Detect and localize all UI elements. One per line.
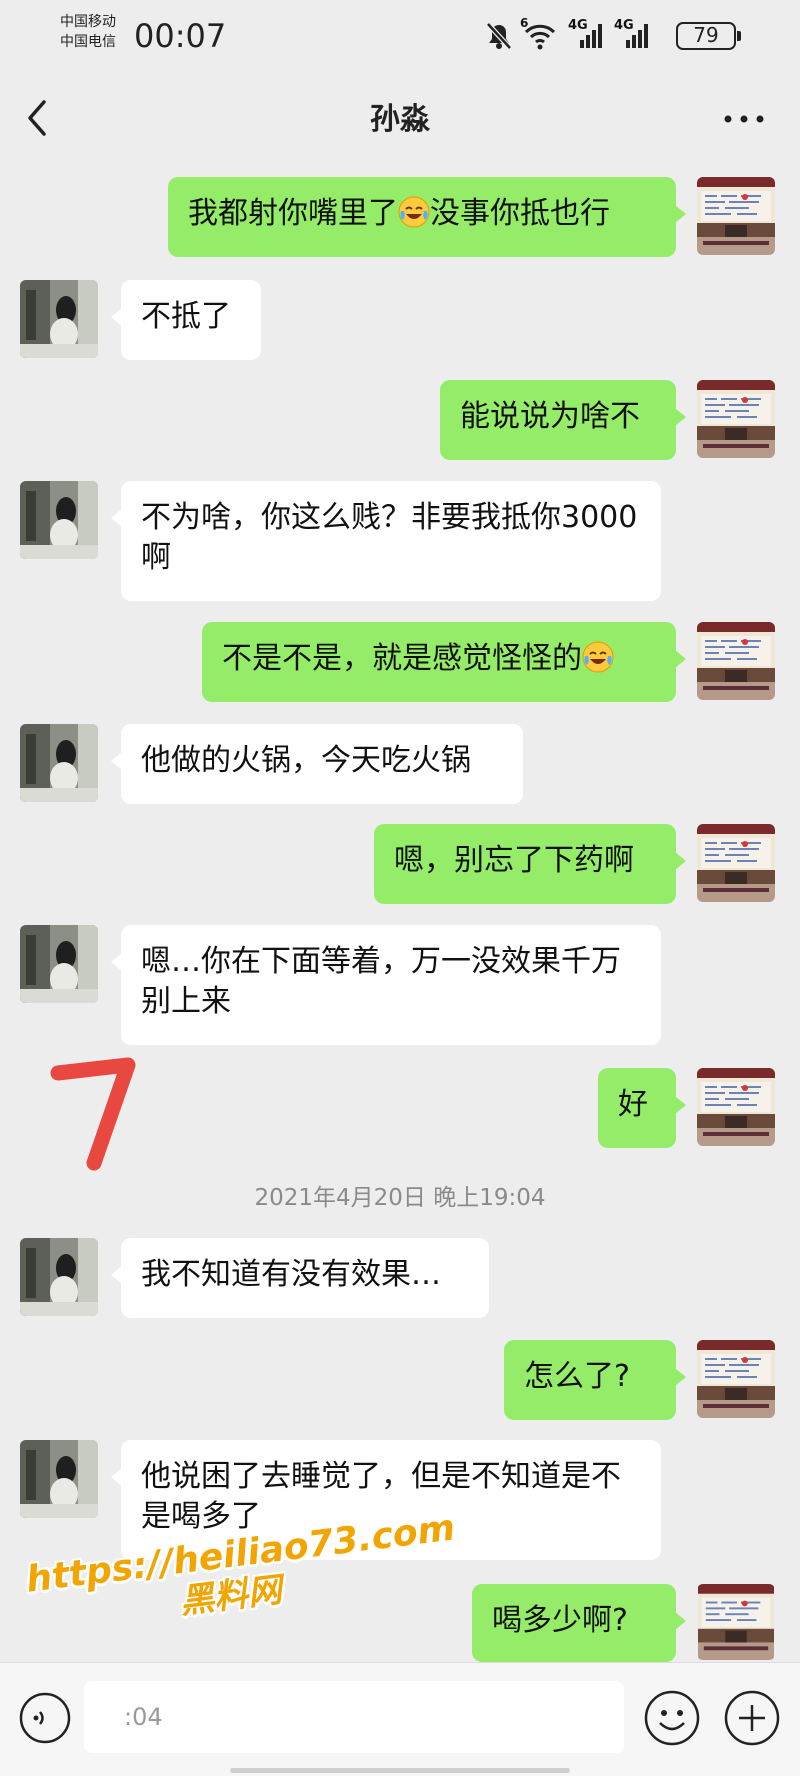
my-avatar[interactable] bbox=[697, 1340, 775, 1418]
outgoing-bubble[interactable]: 嗯，别忘了下药啊 bbox=[374, 824, 686, 904]
chat-timestamp: 2021年4月20日 晚上19:04 bbox=[254, 1185, 546, 1211]
wifi-label: 6 bbox=[520, 16, 529, 30]
message-text: 好 bbox=[618, 1087, 648, 1122]
incoming-bubble[interactable]: 我不知道有没有效果… bbox=[111, 1238, 489, 1318]
plus-button-icon[interactable] bbox=[723, 1689, 781, 1747]
incoming-bubble[interactable]: 嗯…你在下面等着，万一没效果千万别上来 bbox=[111, 925, 661, 1045]
incoming-bubble[interactable]: 不抵了 bbox=[111, 280, 261, 360]
my-avatar[interactable] bbox=[697, 622, 775, 700]
more-options-icon[interactable] bbox=[722, 104, 766, 134]
message-text: 不为啥，你这么贱？非要我抵你3000 啊 bbox=[141, 500, 638, 575]
signal-2-icon: 4G bbox=[614, 18, 650, 50]
signal-2-label: 4G bbox=[614, 18, 634, 33]
outgoing-bubble[interactable]: 喝多少啊? bbox=[472, 1584, 686, 1662]
message-text: 嗯，别忘了下药啊 bbox=[394, 843, 634, 878]
signal-1-icon: 4G bbox=[568, 18, 604, 50]
wifi-icon: 6 bbox=[520, 16, 558, 50]
message-text: 不抵了 bbox=[141, 299, 231, 334]
contact-avatar[interactable] bbox=[20, 724, 98, 802]
carrier-1: 中国移动 bbox=[60, 14, 116, 30]
my-avatar[interactable] bbox=[697, 177, 775, 255]
outgoing-bubble[interactable]: 能说说为啥不 bbox=[440, 380, 686, 460]
home-indicator bbox=[230, 1768, 570, 1773]
chat-title: 孙淼 bbox=[370, 102, 430, 137]
emoji-button-icon[interactable] bbox=[643, 1689, 701, 1747]
message-text: 我不知道有没有效果… bbox=[141, 1257, 441, 1292]
my-avatar[interactable] bbox=[697, 380, 775, 458]
message-text: 喝多少啊? bbox=[492, 1603, 628, 1638]
status-bar: 中国移动 中国电信 00:07 6 4G 4G 79 bbox=[0, 0, 800, 80]
message-text: 他做的火锅，今天吃火锅 bbox=[141, 743, 471, 778]
carrier-2: 中国电信 bbox=[60, 34, 116, 50]
message-text: 能说说为啥不 bbox=[460, 399, 640, 434]
laughing-crying-emoji-icon bbox=[582, 641, 614, 673]
message-text: 怎么了? bbox=[524, 1359, 630, 1394]
signal-1-label: 4G bbox=[568, 18, 588, 33]
incoming-bubble[interactable]: 不为啥，你这么贱？非要我抵你3000 啊 bbox=[111, 481, 661, 601]
input-text: :04 bbox=[124, 1703, 163, 1731]
contact-avatar[interactable] bbox=[20, 1440, 98, 1518]
message-text: 没事你抵也行 bbox=[430, 196, 610, 231]
outgoing-bubble[interactable]: 我都射你嘴里了 没事你抵也行 bbox=[168, 177, 686, 257]
outgoing-bubble[interactable]: 怎么了? bbox=[504, 1340, 686, 1420]
carrier-labels: 中国移动 中国电信 bbox=[60, 12, 116, 52]
battery-indicator: 79 bbox=[676, 22, 741, 50]
outgoing-bubble[interactable]: 好 bbox=[598, 1068, 686, 1148]
outgoing-bubble[interactable]: 不是不是，就是感觉怪怪的 bbox=[202, 622, 686, 702]
voice-input-icon[interactable] bbox=[18, 1691, 72, 1745]
contact-avatar[interactable] bbox=[20, 925, 98, 1003]
message-input[interactable]: :04 bbox=[84, 1681, 624, 1753]
contact-avatar[interactable] bbox=[20, 280, 98, 358]
chat-header: 孙淼 bbox=[0, 80, 800, 160]
incoming-bubble[interactable]: 他做的火锅，今天吃火锅 bbox=[111, 724, 523, 804]
my-avatar[interactable] bbox=[697, 1068, 775, 1146]
my-avatar[interactable] bbox=[697, 824, 775, 902]
laughing-crying-emoji-icon bbox=[398, 196, 430, 228]
message-text: 嗯…你在下面等着，万一没效果千万别上来 bbox=[141, 944, 621, 1019]
my-avatar[interactable] bbox=[697, 1584, 775, 1660]
contact-avatar[interactable] bbox=[20, 1238, 98, 1316]
mute-bell-icon bbox=[486, 22, 512, 50]
input-bar: :04 bbox=[0, 1662, 800, 1776]
message-text: 我都射你嘴里了 bbox=[188, 196, 398, 231]
contact-avatar[interactable] bbox=[20, 481, 98, 559]
red-seven-annotation bbox=[50, 1057, 136, 1171]
status-icons: 6 4G 4G bbox=[486, 16, 650, 52]
status-time: 00:07 bbox=[134, 17, 227, 55]
message-text: 不是不是，就是感觉怪怪的 bbox=[222, 641, 582, 676]
